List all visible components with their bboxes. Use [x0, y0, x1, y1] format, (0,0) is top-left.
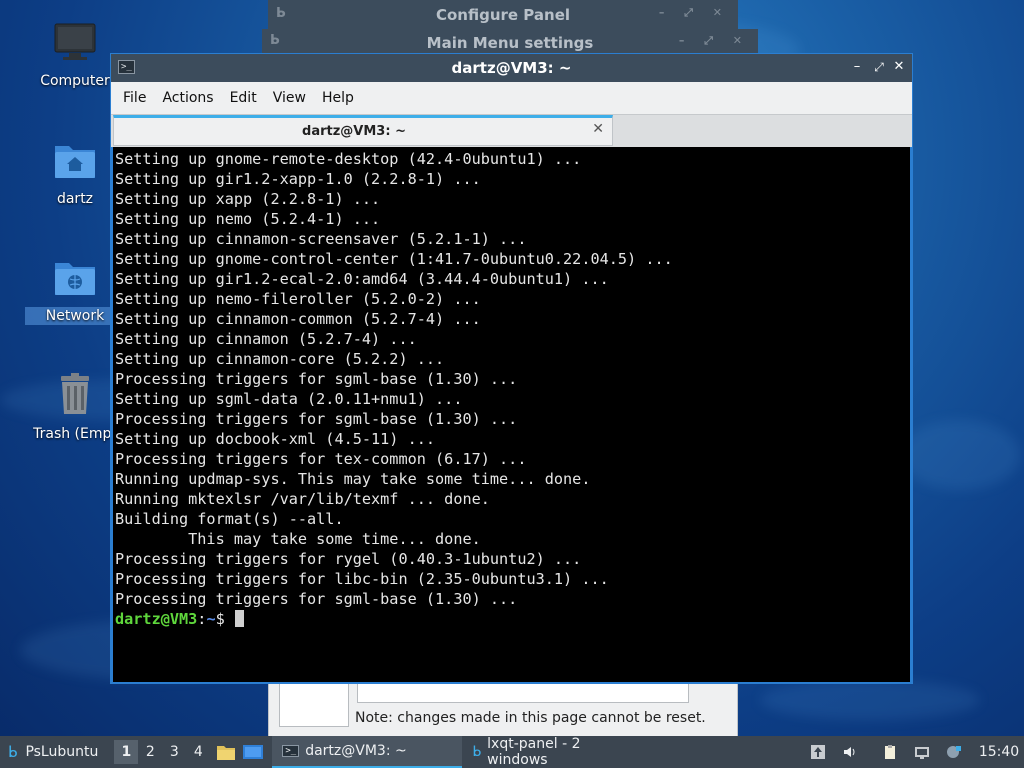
tab-label: dartz@VM3: ~ — [302, 124, 406, 139]
desktop-4[interactable]: 4 — [186, 744, 210, 760]
volume-icon[interactable] — [842, 744, 858, 760]
terminal-line: Setting up nemo (5.2.4-1) ... — [115, 210, 381, 228]
terminal-window[interactable]: >_ dartz@VM3: ~ – ⤢ ✕ File Actions Edit … — [110, 53, 913, 684]
menu-view[interactable]: View — [265, 90, 314, 106]
terminal-line: Running updmap-sys. This may take some t… — [115, 470, 591, 488]
close-tab-icon[interactable]: ✕ — [592, 121, 604, 137]
menu-file[interactable]: File — [115, 90, 154, 106]
clock[interactable]: 15:40 — [974, 744, 1024, 760]
start-label: PsLubuntu — [25, 744, 99, 760]
task-lxqt-panel[interactable]: ᖯ lxqt-panel - 2 windows — [462, 736, 652, 768]
menu-actions[interactable]: Actions — [154, 90, 221, 106]
terminal-line: Setting up cinnamon-common (5.2.7-4) ... — [115, 310, 481, 328]
taskbar: ᖯ PsLubuntu 1 2 3 4 >_ dartz@VM3: ~ ᖯ lx… — [0, 736, 1024, 768]
window-title: dartz@VM3: ~ — [451, 59, 572, 77]
desktop-1[interactable]: 1 — [114, 740, 139, 764]
quicklaunch — [216, 736, 264, 768]
prompt-symbol: $ — [215, 610, 234, 628]
preview-box — [279, 683, 349, 727]
terminal-line: Setting up xapp (2.2.8-1) ... — [115, 190, 381, 208]
terminal-line: Setting up gir1.2-xapp-1.0 (2.2.8-1) ... — [115, 170, 481, 188]
terminal-line: Processing triggers for tex-common (6.17… — [115, 450, 527, 468]
reset-note: Note: changes made in this page cannot b… — [355, 710, 706, 726]
file-manager-icon[interactable] — [216, 743, 236, 761]
terminal-line: Processing triggers for sgml-base (1.30)… — [115, 590, 518, 608]
terminal-line: Setting up cinnamon (5.2.7-4) ... — [115, 330, 417, 348]
terminal-line: Processing triggers for rygel (0.40.3-1u… — [115, 550, 582, 568]
terminal-line: Setting up cinnamon-screensaver (5.2.1-1… — [115, 230, 527, 248]
task-label: lxqt-panel - 2 windows — [487, 736, 581, 768]
terminal-line: Setting up docbook-xml (4.5-11) ... — [115, 430, 436, 448]
title-bar[interactable]: >_ dartz@VM3: ~ – ⤢ ✕ — [111, 54, 912, 82]
prompt-path: ~ — [206, 610, 216, 628]
task-label: dartz@VM3: ~ — [305, 743, 407, 759]
terminal-line: Setting up nemo-fileroller (5.2.0-2) ... — [115, 290, 481, 308]
terminal-output[interactable]: Setting up gnome-remote-desktop (42.4-0u… — [113, 147, 910, 682]
minimize-button[interactable]: – — [848, 58, 866, 76]
system-tray — [804, 736, 968, 768]
start-menu-button[interactable]: ᖯ PsLubuntu — [0, 736, 106, 768]
notification-icon[interactable] — [946, 744, 962, 760]
terminal-line: Processing triggers for sgml-base (1.30)… — [115, 370, 518, 388]
tab-bar: dartz@VM3: ~ ✕ — [111, 114, 912, 147]
lxqt-icon: ᖯ — [472, 744, 482, 760]
terminal-line: Setting up cinnamon-core (5.2.2) ... — [115, 350, 445, 368]
window-controls[interactable]: – ⤢ ✕ — [659, 6, 730, 20]
prompt-line: dartz@VM3:~$ — [115, 609, 910, 629]
desktop-switcher: 1 2 3 4 — [114, 736, 210, 768]
tab-terminal[interactable]: dartz@VM3: ~ ✕ — [113, 115, 613, 146]
show-desktop-icon[interactable] — [242, 743, 264, 761]
window-controls[interactable]: – ⤢ ✕ — [679, 34, 750, 48]
terminal-line: Setting up gir1.2-ecal-2.0:amd64 (3.44.4… — [115, 270, 609, 288]
terminal-line: This may take some time... done. — [115, 530, 481, 548]
main-menu-settings-window[interactable]: ᖯ Main Menu settings – ⤢ ✕ — [262, 29, 758, 55]
desktop-2[interactable]: 2 — [138, 744, 162, 760]
task-terminal[interactable]: >_ dartz@VM3: ~ — [272, 736, 463, 768]
desktop-3[interactable]: 3 — [162, 744, 186, 760]
menu-bar: File Actions Edit View Help — [111, 82, 912, 114]
configure-panel-window[interactable]: ᖯ Configure Panel – ⤢ ✕ — [268, 0, 738, 29]
maximize-button[interactable]: ⤢ — [870, 58, 888, 76]
menu-edit[interactable]: Edit — [222, 90, 265, 106]
prompt-user: dartz@VM3 — [115, 610, 198, 628]
terminal-line: Processing triggers for sgml-base (1.30)… — [115, 410, 518, 428]
menu-help[interactable]: Help — [314, 90, 362, 106]
clipboard-icon[interactable] — [882, 744, 898, 760]
update-icon[interactable] — [810, 744, 826, 760]
text-field[interactable] — [357, 681, 689, 703]
terminal-icon: >_ — [282, 745, 300, 757]
terminal-line: Setting up gnome-remote-desktop (42.4-0u… — [115, 150, 582, 168]
terminal-line: Setting up gnome-control-center (1:41.7-… — [115, 250, 673, 268]
terminal-line: Running mktexlsr /var/lib/texmf ... done… — [115, 490, 490, 508]
terminal-line: Setting up sgml-data (2.0.11+nmu1) ... — [115, 390, 463, 408]
terminal-line: Processing triggers for libc-bin (2.35-0… — [115, 570, 609, 588]
lxqt-icon: ᖯ — [8, 743, 18, 761]
text-cursor — [234, 610, 244, 627]
network-icon[interactable] — [914, 744, 930, 760]
close-button[interactable]: ✕ — [890, 58, 908, 76]
configure-panel-body: Note: changes made in this page cannot b… — [268, 678, 738, 738]
terminal-line: Building format(s) --all. — [115, 510, 344, 528]
